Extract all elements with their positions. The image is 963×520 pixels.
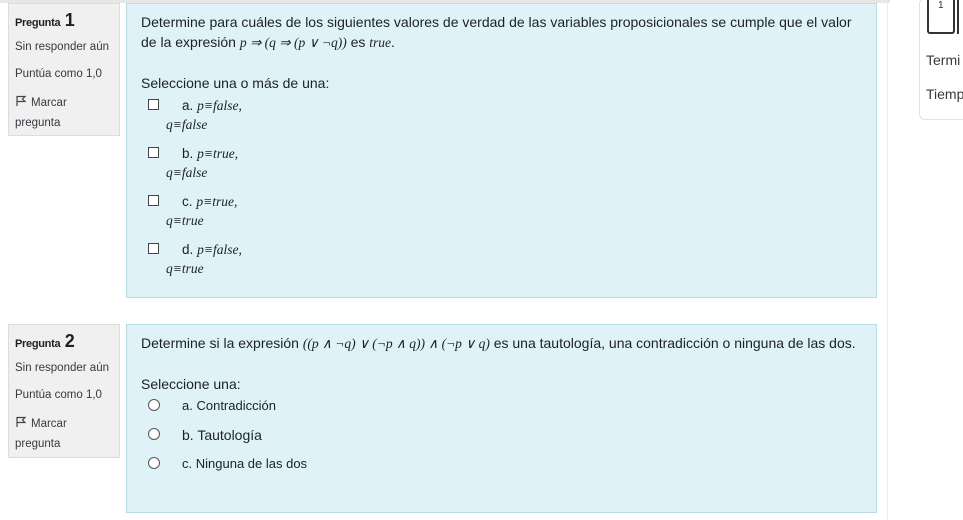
- answer-radio[interactable]: [148, 457, 160, 469]
- option-letter: c.: [182, 194, 193, 209]
- answer-option-c[interactable]: c. p≡true, q≡true: [141, 189, 862, 237]
- answer-option-a[interactable]: a. Contradicción: [141, 394, 862, 423]
- question-number: 1: [64, 10, 75, 30]
- question-status: Sin responder aún: [15, 362, 109, 374]
- flag-icon: [16, 95, 27, 106]
- question-text-end: es una tautología, una contradicción o n…: [489, 335, 856, 351]
- question-text: Determine para cuáles de los siguientes …: [141, 12, 862, 53]
- option-line2: q≡false: [166, 117, 208, 132]
- answer-option-b[interactable]: b. Tautología: [141, 423, 862, 452]
- question-text-end: .: [391, 34, 395, 50]
- option-letter: b.: [182, 146, 194, 161]
- question-text: Determine si la expresión ((p ∧ ¬q) ∨ (¬…: [141, 333, 862, 354]
- option-line2: q≡true: [166, 213, 204, 228]
- question-status: Sin responder aún: [15, 41, 109, 53]
- option-line2: q≡true: [166, 261, 204, 276]
- question-info-2: Pregunta 2 Sin responder aún Puntúa como…: [8, 324, 120, 458]
- question-expression: ((p ∧ ¬q) ∨ (¬p ∧ q)) ∧ (¬p ∨ q): [302, 336, 490, 351]
- question-score: Puntúa como 1,0: [15, 68, 102, 80]
- question-content-1: Determine para cuáles de los siguientes …: [126, 3, 877, 298]
- option-line1: p≡true,: [197, 146, 239, 161]
- option-label: Contradicción: [196, 398, 276, 413]
- question-value: true: [369, 35, 392, 50]
- answer-option-b[interactable]: b. p≡true, q≡false: [141, 141, 862, 189]
- option-line1: p≡false,: [197, 98, 242, 113]
- question-label: Pregunta: [15, 338, 61, 350]
- answer-option-d[interactable]: d. p≡false, q≡true: [141, 237, 862, 285]
- option-letter: c.: [182, 456, 193, 471]
- question-label: Pregunta: [15, 17, 61, 29]
- question-expression: p ⇒ (q ⇒ (p ∨ ¬q)): [239, 35, 347, 50]
- question-header: Pregunta 1: [15, 10, 113, 31]
- question-header: Pregunta 2: [15, 331, 113, 352]
- column-divider: [887, 0, 888, 520]
- question-info-1: Pregunta 1 Sin responder aún Puntúa como…: [8, 3, 120, 136]
- answer-checkbox[interactable]: [148, 195, 159, 206]
- question-text-middle: es: [346, 34, 370, 50]
- nav-question-button[interactable]: 1: [927, 0, 955, 34]
- answer-radio[interactable]: [148, 399, 160, 411]
- flag-question-link[interactable]: Marcar pregunta: [15, 93, 113, 133]
- answer-checkbox[interactable]: [148, 99, 159, 110]
- finish-attempt-link[interactable]: Termi: [926, 52, 960, 68]
- answer-option-a[interactable]: a. p≡false, q≡false: [141, 93, 862, 141]
- option-label: Tautología: [197, 427, 262, 443]
- answer-option-c[interactable]: c. Ninguna de las dos: [141, 452, 862, 481]
- question-score: Puntúa como 1,0: [15, 389, 102, 401]
- option-line1: p≡false,: [197, 242, 242, 257]
- option-line2: q≡false: [166, 165, 208, 180]
- flag-question-link[interactable]: Marcar pregunta: [15, 414, 113, 454]
- answer-prompt: Seleccione una:: [141, 376, 241, 392]
- answer-radio[interactable]: [148, 428, 160, 440]
- option-letter: d.: [182, 242, 194, 257]
- option-letter: b.: [182, 427, 194, 443]
- option-line1: p≡true,: [196, 194, 238, 209]
- question-content-2: Determine si la expresión ((p ∧ ¬q) ∨ (¬…: [126, 324, 877, 513]
- flag-icon: [16, 416, 27, 427]
- answer-prompt: Seleccione una o más de una:: [141, 75, 330, 91]
- nav-question-number: 1: [938, 0, 944, 11]
- question-number: 2: [64, 331, 75, 351]
- answer-checkbox[interactable]: [148, 147, 159, 158]
- option-label: Ninguna de las dos: [195, 456, 308, 471]
- option-letter: a.: [182, 98, 194, 113]
- time-left-label: Tiemp: [926, 86, 963, 102]
- option-letter: a.: [182, 398, 193, 413]
- nav-question-button-next[interactable]: [957, 0, 963, 34]
- question-text-start: Determine si la expresión: [141, 335, 303, 351]
- answer-checkbox[interactable]: [148, 243, 159, 254]
